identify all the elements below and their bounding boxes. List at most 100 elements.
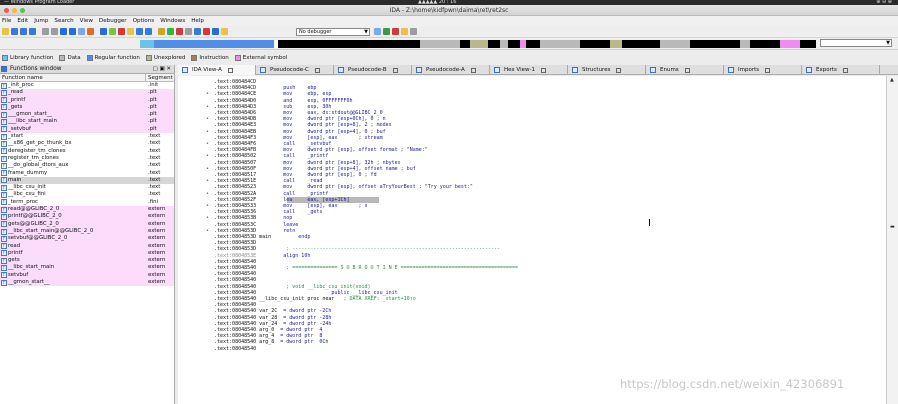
menu-item-edit[interactable]: Edit xyxy=(17,18,28,24)
function-row[interactable]: f _init_proc .init xyxy=(0,82,174,90)
menu-item-help[interactable]: Help xyxy=(191,18,204,24)
navigation-band[interactable] xyxy=(140,40,816,48)
tab-close-icon[interactable] xyxy=(314,67,320,73)
function-row[interactable]: f __libc_start_main@@GLIBC_2_0 extern xyxy=(0,227,174,236)
tab-pseudocode-b[interactable]: Pseudocode-B xyxy=(334,65,412,75)
toolbar-button-icon[interactable] xyxy=(118,28,125,35)
tab-close-icon[interactable] xyxy=(684,67,690,73)
function-row[interactable]: f ___gmon_start__ .plt xyxy=(0,111,174,119)
function-row[interactable]: f _read .plt xyxy=(0,89,174,97)
column-function-name[interactable]: Function name xyxy=(0,74,146,81)
function-row[interactable]: f deregister_tm_clones .text xyxy=(0,147,174,155)
toolbar-button-icon[interactable] xyxy=(29,28,36,35)
toolbar-button-icon[interactable] xyxy=(185,28,192,35)
disassembly-view[interactable]: • • • • • • • • • • • • .text:080484CD .text:080484… xyxy=(178,76,886,404)
toolbar-button-icon[interactable] xyxy=(145,28,152,35)
tab-close-icon[interactable] xyxy=(842,67,848,73)
function-row[interactable]: f _setvbuf .plt xyxy=(0,125,174,134)
tab-close-icon[interactable] xyxy=(616,67,622,73)
toolbar-button-icon[interactable] xyxy=(127,28,134,35)
function-row[interactable]: f gets@@GLIBC_2_0 extern xyxy=(0,220,174,228)
function-row[interactable]: f register_tm_clones .text xyxy=(0,154,174,163)
tab-enums[interactable]: Enums xyxy=(646,65,724,75)
toolbar-button-icon[interactable] xyxy=(221,28,228,35)
navband-select[interactable]: ▼ xyxy=(820,39,892,47)
tab-close-icon[interactable] xyxy=(227,67,233,73)
scroll-up-icon[interactable]: ▲ xyxy=(890,77,894,83)
toolbar-button-icon[interactable] xyxy=(20,28,27,35)
function-row[interactable]: f frame_dummy .text xyxy=(0,169,174,177)
menu-item-jump[interactable]: Jump xyxy=(34,18,48,24)
tab-ida-view-a[interactable]: IDA View-A xyxy=(178,65,256,75)
toolbar-button-icon[interactable] xyxy=(136,28,143,35)
function-row[interactable]: f _start .text xyxy=(0,133,174,141)
debugger-button-icon[interactable] xyxy=(401,28,408,35)
function-row[interactable]: f printf extern xyxy=(0,249,174,258)
toolbar-button-icon[interactable] xyxy=(109,28,116,35)
tab-exports[interactable]: Exports xyxy=(802,65,880,75)
function-row[interactable]: f _term_proc .fini xyxy=(0,198,174,207)
function-row[interactable]: f __x86_get_pc_thunk_bx .text xyxy=(0,140,174,148)
function-row[interactable]: f ___libc_start_main .plt xyxy=(0,118,174,126)
menu-item-view[interactable]: View xyxy=(80,18,93,24)
code-spacer xyxy=(256,277,283,283)
toolbar-button-icon[interactable] xyxy=(158,28,165,35)
toolbar-button-icon[interactable] xyxy=(69,28,76,35)
toolbar-button-icon[interactable] xyxy=(78,28,85,35)
function-row[interactable]: f setvbuf@@GLIBC_2_0 extern xyxy=(0,235,174,243)
vertical-scrollbar[interactable]: ▲ ▬ xyxy=(886,76,898,404)
scroll-thumb-icon[interactable]: ▬ xyxy=(890,224,895,230)
toolbar-button-icon[interactable] xyxy=(212,28,219,35)
function-row[interactable]: f __libc_csu_init .text xyxy=(0,184,174,192)
tab-close-icon[interactable] xyxy=(765,67,771,73)
tab-pseudocode-c[interactable]: Pseudocode-C xyxy=(256,65,334,75)
debugger-button-icon[interactable] xyxy=(383,28,390,35)
toolbar-button-icon[interactable] xyxy=(167,28,174,35)
function-row[interactable]: f gets extern xyxy=(0,257,174,265)
tab-close-icon[interactable] xyxy=(392,67,398,73)
toolbar-button-icon[interactable] xyxy=(87,28,94,35)
menu-item-search[interactable]: Search xyxy=(54,18,73,24)
chevron-down-icon: ▼ xyxy=(364,29,368,35)
function-row[interactable]: f __libc_start_main extern xyxy=(0,264,174,272)
toolbar-button-icon[interactable] xyxy=(60,28,67,35)
toolbar-button-icon[interactable] xyxy=(2,28,9,35)
menu-item-debugger[interactable]: Debugger xyxy=(99,18,127,24)
toolbar-button-icon[interactable] xyxy=(51,28,58,35)
tab-close-icon[interactable] xyxy=(540,67,546,73)
toolbar-button-icon[interactable] xyxy=(42,28,49,35)
function-row[interactable]: f printf@@GLIBC_2_0 extern xyxy=(0,213,174,221)
debugger-select[interactable]: No debugger ▼ xyxy=(296,28,370,36)
function-row[interactable]: f __gmon_start__ extern xyxy=(0,279,174,287)
toolbar-button-icon[interactable] xyxy=(176,28,183,35)
function-row[interactable]: f setvbuf extern xyxy=(0,271,174,280)
menu-item-options[interactable]: Options xyxy=(133,18,155,24)
code-spacer xyxy=(256,284,283,290)
debugger-button-icon[interactable] xyxy=(410,28,417,35)
toolbar-button-icon[interactable] xyxy=(194,28,201,35)
toolbar-button-icon[interactable] xyxy=(203,28,210,35)
functions-window-buttons[interactable]: ▢ ▣ ✕ xyxy=(153,65,172,74)
menu-item-file[interactable]: File xyxy=(2,18,11,24)
function-row[interactable]: f main .text xyxy=(0,176,174,185)
tab-close-icon[interactable] xyxy=(470,67,476,73)
code-operand: = dword ptr 4 xyxy=(280,327,323,333)
debugger-button-icon[interactable] xyxy=(374,28,381,35)
function-row[interactable]: f __libc_csu_fini .text xyxy=(0,191,174,199)
code-line[interactable]: .text:08048540 xyxy=(214,346,283,352)
debugger-button-icon[interactable] xyxy=(392,28,399,35)
function-row[interactable]: f read extern xyxy=(0,242,174,250)
tab-structures[interactable]: Structures xyxy=(568,65,646,75)
toolbar-button-icon[interactable] xyxy=(100,28,107,35)
tab-hex-view-1[interactable]: Hex View-1 xyxy=(490,65,568,75)
function-row[interactable]: f _printf .plt xyxy=(0,96,174,104)
tab-pseudocode-a[interactable]: Pseudocode-A xyxy=(412,65,490,75)
toolbar-button-icon[interactable] xyxy=(11,28,18,35)
column-segment[interactable]: Segment xyxy=(146,74,173,81)
function-row[interactable]: f __do_global_dtors_aux .text xyxy=(0,162,174,170)
legend-item: External symbol xyxy=(234,55,287,61)
function-row[interactable]: f _gets .plt xyxy=(0,103,174,112)
tab-imports[interactable]: Imports xyxy=(724,65,802,75)
function-row[interactable]: f read@@GLIBC_2_0 extern xyxy=(0,206,174,214)
menu-item-windows[interactable]: Windows xyxy=(160,18,185,24)
